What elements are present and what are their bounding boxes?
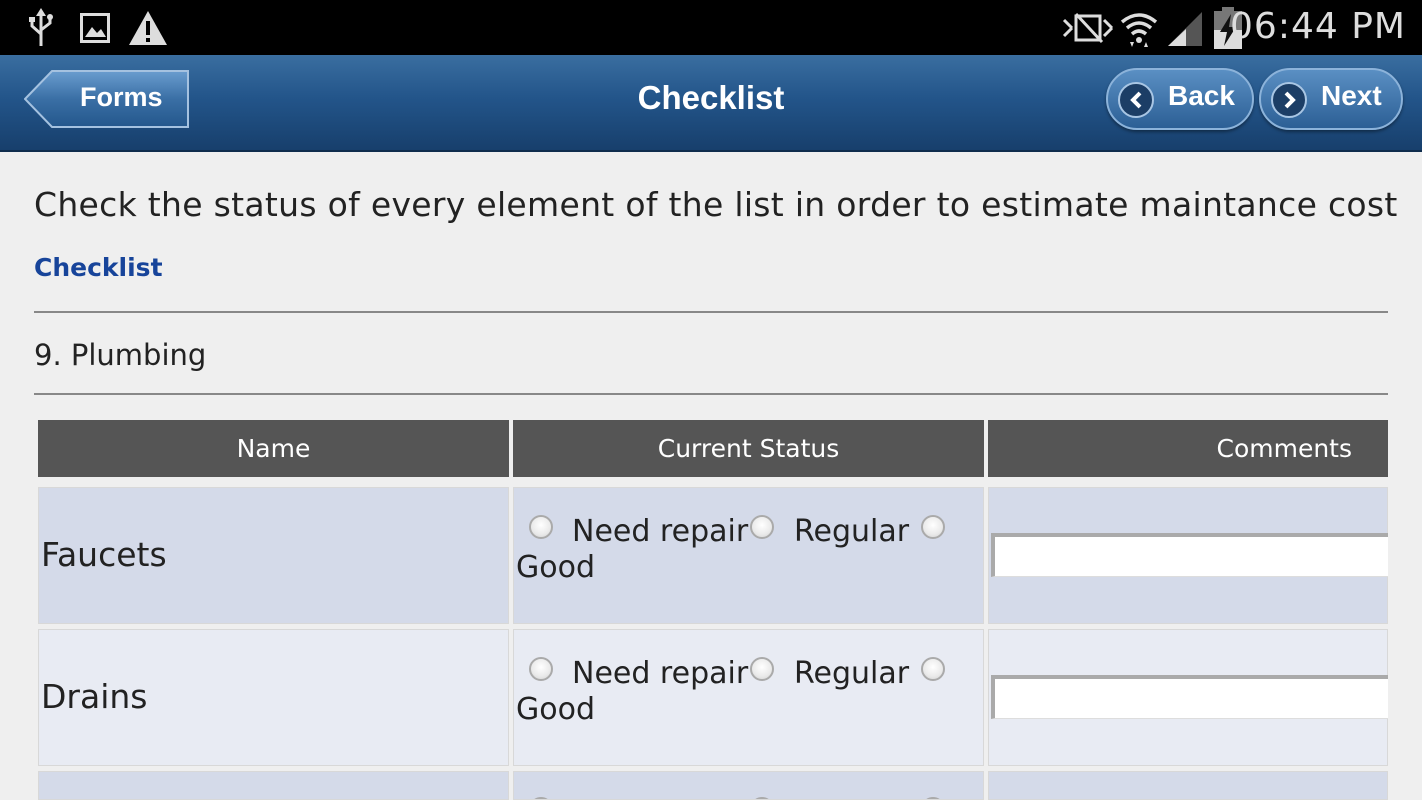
option-label: Good xyxy=(516,550,595,585)
option-label: Regular xyxy=(794,514,910,549)
option-label: Need repair xyxy=(572,656,749,691)
name-cell: Drains xyxy=(38,629,509,766)
description-text: Check the status of every element of the… xyxy=(34,185,1398,224)
chevron-right-icon xyxy=(1271,82,1307,118)
status-time: 06:44 PM xyxy=(1230,6,1406,47)
radio-regular[interactable] xyxy=(750,515,774,539)
back-label: Back xyxy=(1168,80,1235,111)
divider xyxy=(34,311,1388,313)
status-cell xyxy=(513,771,984,800)
wifi-icon xyxy=(1120,13,1158,47)
mute-icon xyxy=(1062,12,1114,44)
comment-input[interactable] xyxy=(991,533,1388,577)
comment-input[interactable] xyxy=(991,675,1388,719)
image-icon xyxy=(80,13,110,43)
status-bar: 06:44 PM xyxy=(0,0,1422,55)
divider xyxy=(34,393,1388,395)
option-label: Good xyxy=(516,692,595,727)
name-cell: Faucets xyxy=(38,487,509,624)
column-header-comments: Comments xyxy=(988,420,1388,477)
status-cell: Need repair Regular Good xyxy=(513,487,984,624)
radio-regular[interactable] xyxy=(750,657,774,681)
back-button[interactable]: Back xyxy=(1106,68,1254,130)
comments-cell xyxy=(988,771,1388,800)
warning-icon xyxy=(129,11,167,45)
signal-icon xyxy=(1168,12,1202,46)
section-title: 9. Plumbing xyxy=(34,338,207,372)
comments-cell xyxy=(988,487,1388,624)
next-button[interactable]: Next xyxy=(1259,68,1403,130)
radio-good[interactable] xyxy=(921,657,945,681)
chevron-left-icon xyxy=(1118,82,1154,118)
usb-icon xyxy=(29,8,53,46)
header-bar: Forms Checklist Back Next xyxy=(0,55,1422,152)
radio-need-repair[interactable] xyxy=(529,657,553,681)
next-label: Next xyxy=(1321,80,1382,111)
option-label: Regular xyxy=(794,656,910,691)
radio-good[interactable] xyxy=(921,515,945,539)
column-header-status: Current Status xyxy=(513,420,984,477)
status-cell: Need repair Regular Good xyxy=(513,629,984,766)
name-cell xyxy=(38,771,509,800)
column-header-name: Name xyxy=(38,420,509,477)
radio-need-repair[interactable] xyxy=(529,515,553,539)
comments-cell xyxy=(988,629,1388,766)
item-name: Faucets xyxy=(41,535,167,574)
option-label: Need repair xyxy=(572,514,749,549)
checklist-link[interactable]: Checklist xyxy=(34,253,163,282)
item-name: Drains xyxy=(41,677,148,716)
